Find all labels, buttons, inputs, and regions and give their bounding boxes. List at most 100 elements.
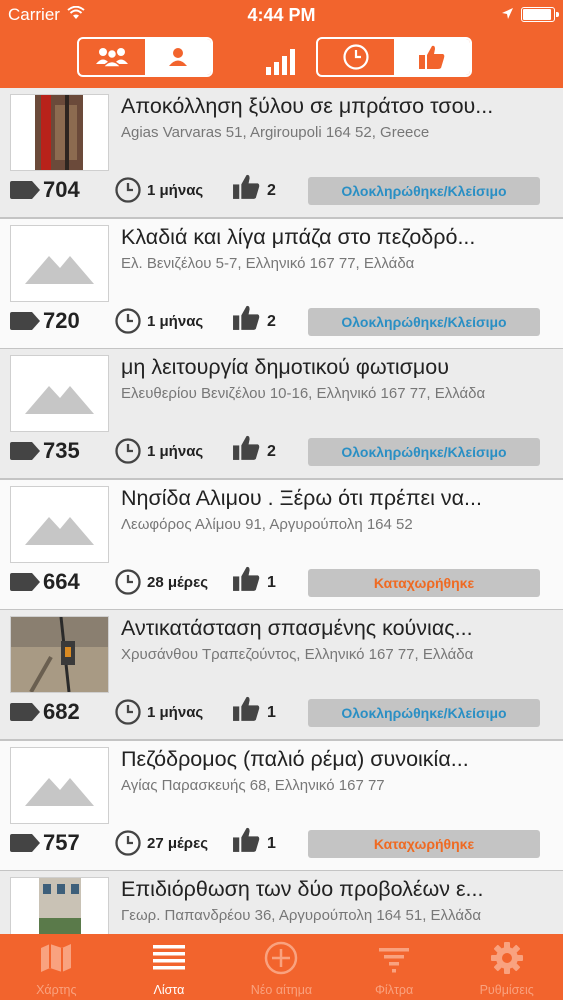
report-age: 1 μήνας bbox=[147, 313, 204, 330]
report-id: 664 bbox=[43, 569, 80, 594]
status-badge: Καταχωρήθηκε bbox=[308, 569, 540, 597]
tab-list-label: Λίστα bbox=[153, 983, 185, 997]
clock-icon bbox=[115, 830, 141, 856]
clock-icon bbox=[115, 438, 141, 464]
report-address: Ελ. Βενιζέλου 5-7, Ελληνικό 167 77, Ελλά… bbox=[121, 255, 415, 272]
report-thumbnail bbox=[10, 355, 109, 432]
report-thumbnail bbox=[10, 486, 109, 563]
report-row[interactable]: Αποκόλληση ξύλου σε μπράτσο τσου... Agias… bbox=[0, 88, 563, 219]
report-age: 27 μέρες bbox=[147, 835, 208, 852]
add-circle-icon bbox=[265, 941, 298, 975]
thumbs-up-icon[interactable] bbox=[232, 694, 261, 723]
report-address: Ελευθερίου Βενιζέλου 10-16, Ελληνικό 167… bbox=[121, 385, 486, 402]
like-count: 2 bbox=[267, 443, 276, 460]
report-thumbnail bbox=[10, 616, 109, 693]
battery-icon bbox=[521, 7, 559, 22]
report-address: Γεωρ. Παπανδρέου 36, Αργυρούπολη 164 51,… bbox=[121, 907, 482, 924]
report-id: 704 bbox=[43, 177, 80, 202]
status-badge: Καταχωρήθηκε bbox=[308, 830, 540, 858]
scope-segmented-control bbox=[77, 37, 213, 77]
tab-map[interactable]: Χάρτης bbox=[0, 934, 113, 1000]
report-row[interactable]: Κλαδιά και λίγα μπάζα στο πεζοδρό... Ελ. … bbox=[0, 219, 563, 350]
like-count: 2 bbox=[267, 182, 276, 199]
my-reports-segment[interactable] bbox=[145, 39, 211, 75]
sort-by-date-segment[interactable] bbox=[318, 39, 394, 75]
report-title: μη λειτουργία δημοτικού φωτισμου bbox=[121, 355, 449, 379]
tab-map-label: Χάρτης bbox=[36, 983, 77, 997]
report-thumbnail bbox=[10, 225, 109, 302]
report-age: 28 μέρες bbox=[147, 574, 208, 591]
report-title: Επιδιόρθωση των δύο προβολέων ε... bbox=[121, 877, 484, 901]
clock-time: 4:44 PM bbox=[247, 5, 316, 25]
tab-new-request[interactable]: Νέο αίτημα bbox=[225, 934, 338, 1000]
sort-segmented-control bbox=[316, 37, 472, 77]
thumbs-up-icon[interactable] bbox=[232, 433, 261, 462]
stats-bars-icon[interactable] bbox=[266, 49, 296, 75]
thumbs-up-icon[interactable] bbox=[232, 825, 261, 854]
clock-icon bbox=[115, 308, 141, 334]
like-count: 2 bbox=[267, 313, 276, 330]
settings-gear-icon bbox=[490, 942, 523, 974]
tab-filters-label: Φίλτρα bbox=[374, 983, 414, 997]
report-id: 757 bbox=[43, 830, 80, 855]
sort-by-likes-segment[interactable] bbox=[394, 39, 470, 75]
status-bar: Carrier 4:44 PM bbox=[0, 0, 563, 30]
report-address: Λεωφόρος Αλίμου 91, Αργυρούπολη 164 52 bbox=[121, 516, 413, 533]
tab-settings-label: Ρυθμίσεις bbox=[479, 983, 534, 997]
user-icon bbox=[169, 48, 187, 66]
tab-filters[interactable]: Φίλτρα bbox=[338, 934, 451, 1000]
report-title: Πεζόδρομος (παλιό ρέμα) συνοικία... bbox=[121, 747, 469, 771]
thumbs-up-icon[interactable] bbox=[232, 303, 261, 332]
report-age: 1 μήνας bbox=[147, 443, 204, 460]
clock-icon bbox=[343, 44, 369, 70]
report-address: Χρυσάνθου Τραπεζούντος, Ελληνικό 167 77,… bbox=[121, 646, 474, 663]
tag-icon bbox=[10, 703, 40, 721]
tag-icon bbox=[10, 312, 40, 330]
tab-settings[interactable]: Ρυθμίσεις bbox=[450, 934, 563, 1000]
report-id: 720 bbox=[43, 308, 80, 333]
list-icon bbox=[152, 945, 185, 970]
clock-icon bbox=[115, 699, 141, 725]
report-thumbnail bbox=[10, 747, 109, 824]
like-count: 1 bbox=[267, 704, 276, 721]
report-title: Αντικατάσταση σπασμένης κούνιας... bbox=[121, 616, 473, 640]
report-row[interactable]: Νησίδα Αλιμου . Ξέρω ότι πρέπει να... Λεω… bbox=[0, 480, 563, 611]
status-badge: Ολοκληρώθηκε/Κλείσιμο bbox=[308, 699, 540, 727]
tag-icon bbox=[10, 834, 40, 852]
report-thumbnail bbox=[10, 877, 109, 934]
report-row[interactable]: μη λειτουργία δημοτικού φωτισμου Ελευθερί… bbox=[0, 349, 563, 480]
all-users-segment[interactable] bbox=[79, 39, 145, 75]
clock-icon bbox=[115, 177, 141, 203]
tag-icon bbox=[10, 442, 40, 460]
tab-bar: Χάρτης Λίστα Νέο αίτημα Φίλτρα Ρυθμίσεις bbox=[0, 934, 563, 1000]
map-icon bbox=[41, 944, 72, 972]
tab-new-request-label: Νέο αίτημα bbox=[250, 983, 313, 997]
header-bar: Carrier 4:44 PM bbox=[0, 0, 563, 88]
clock-icon bbox=[115, 569, 141, 595]
thumbs-up-icon[interactable] bbox=[232, 564, 261, 593]
tab-list[interactable]: Λίστα bbox=[113, 934, 226, 1000]
location-arrow-icon bbox=[502, 8, 513, 19]
report-address: Αγίας Παρασκευής 68, Ελληνικό 167 77 bbox=[121, 777, 385, 794]
like-count: 1 bbox=[267, 574, 276, 591]
report-id: 735 bbox=[43, 438, 80, 463]
report-address: Agias Varvaras 51, Argiroupoli 164 52, G… bbox=[121, 124, 430, 141]
like-count: 1 bbox=[267, 835, 276, 852]
status-badge: Ολοκληρώθηκε/Κλείσιμο bbox=[308, 177, 540, 205]
report-age: 1 μήνας bbox=[147, 182, 204, 199]
report-id: 682 bbox=[43, 699, 80, 724]
report-title: Νησίδα Αλιμου . Ξέρω ότι πρέπει να... bbox=[121, 486, 482, 510]
report-title: Κλαδιά και λίγα μπάζα στο πεζοδρό... bbox=[121, 225, 476, 249]
report-row[interactable]: Επιδιόρθωση των δύο προβολέων ε... Γεωρ. … bbox=[0, 871, 563, 934]
tag-icon bbox=[10, 181, 40, 199]
tag-icon bbox=[10, 573, 40, 591]
report-age: 1 μήνας bbox=[147, 704, 204, 721]
report-row[interactable]: Πεζόδρομος (παλιό ρέμα) συνοικία... Αγίας… bbox=[0, 741, 563, 872]
report-title: Αποκόλληση ξύλου σε μπράτσο τσου... bbox=[121, 94, 494, 118]
status-badge: Ολοκληρώθηκε/Κλείσιμο bbox=[308, 438, 540, 466]
thumbs-up-icon bbox=[419, 45, 445, 69]
report-list: Αποκόλληση ξύλου σε μπράτσο τσου... Agias… bbox=[0, 88, 563, 934]
filter-icon bbox=[379, 948, 410, 973]
report-row[interactable]: Αντικατάσταση σπασμένης κούνιας... Χρυσάν… bbox=[0, 610, 563, 741]
thumbs-up-icon[interactable] bbox=[232, 172, 261, 201]
